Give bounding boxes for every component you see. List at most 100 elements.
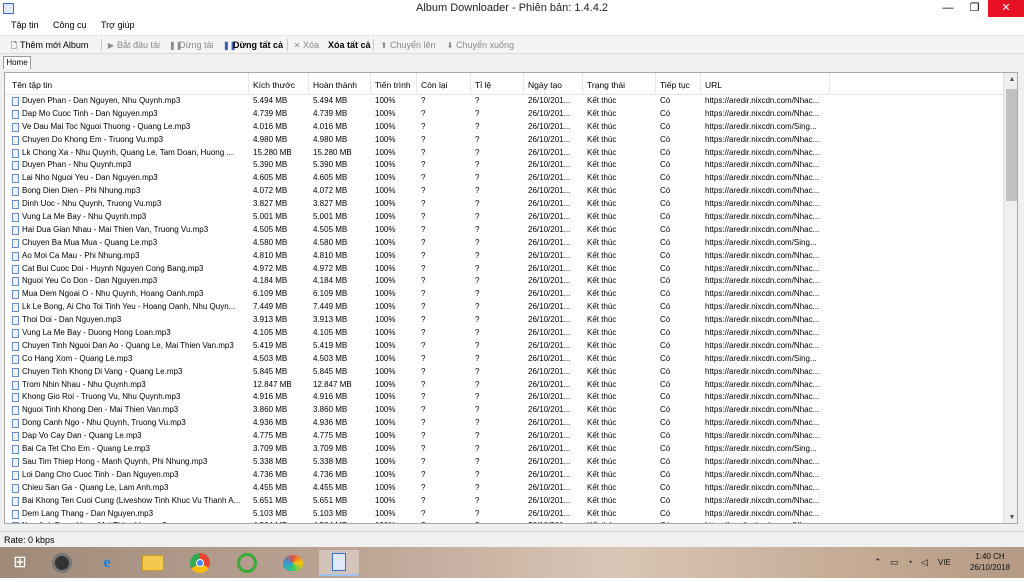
table-row[interactable]: Lk Le Bong, Ai Cho Toi Tinh Yeu - Hoang …: [5, 301, 1005, 314]
menu-help[interactable]: Trợ giúp: [101, 20, 135, 30]
column-divider[interactable]: [700, 73, 701, 95]
table-row[interactable]: Chieu San Ga - Quang Le, Lam Anh.mp3 4.45…: [5, 482, 1005, 495]
table-row[interactable]: Nguoi Yeu Co Don - Dan Nguyen.mp3 4.184 M…: [5, 275, 1005, 288]
menu-tools[interactable]: Công cụ: [53, 20, 87, 30]
column-divider[interactable]: [582, 73, 583, 95]
maximize-button[interactable]: ❐: [961, 0, 988, 17]
file-explorer-icon[interactable]: [133, 550, 173, 576]
delete-button[interactable]: ✕ Xóa: [293, 40, 319, 50]
table-row[interactable]: Thoi Doi - Dan Nguyen.mp3 3.913 MB 3.913 M…: [5, 314, 1005, 327]
table-row[interactable]: Dap Vo Cay Dan - Quang Le.mp3 4.775 MB 4.7…: [5, 430, 1005, 443]
scroll-up-arrow-icon[interactable]: ▲: [1004, 73, 1017, 87]
table-row[interactable]: Duyen Phan - Dan Nguyen, Nhu Quynh.mp3 5.…: [5, 95, 1005, 108]
chrome-icon[interactable]: [180, 550, 220, 576]
table-row[interactable]: Loi Dang Cho Cuoc Tinh - Dan Nguyen.mp3 4…: [5, 469, 1005, 482]
table-row[interactable]: Lk Chong Xa - Nhu Quynh, Quang Le, Tam D…: [5, 147, 1005, 160]
column-divider[interactable]: [655, 73, 656, 95]
table-row[interactable]: Dinh Uoc - Nhu Quynh, Truong Vu.mp3 3.827…: [5, 198, 1005, 211]
cell-size: 4.736 MB: [253, 469, 288, 479]
scroll-down-arrow-icon[interactable]: ▼: [1004, 511, 1017, 523]
start-download-button[interactable]: ▶ Bắt đầu tải: [107, 40, 160, 50]
table-row[interactable]: Vung La Me Bay - Duong Hong Loan.mp3 4.10…: [5, 327, 1005, 340]
column-divider[interactable]: [248, 73, 249, 95]
col-resume[interactable]: Tiếp tục: [660, 80, 690, 90]
col-filename[interactable]: Tên tập tin: [12, 80, 52, 90]
move-up-label: Chuyển lên: [390, 40, 436, 50]
green-app-icon[interactable]: [227, 550, 267, 576]
cell-completed: 4.972 MB: [313, 263, 348, 273]
internet-explorer-icon[interactable]: e: [87, 550, 127, 576]
vertical-scrollbar[interactable]: ▲ ▼: [1003, 73, 1017, 523]
table-row[interactable]: Sau Tim Thiep Hong - Manh Quynh, Phi Nhu…: [5, 456, 1005, 469]
table-row[interactable]: Lai Nho Nguoi Yeu - Dan Nguyen.mp3 4.605 …: [5, 172, 1005, 185]
language-indicator[interactable]: VIE: [938, 558, 951, 567]
album-downloader-taskbar-icon[interactable]: [319, 550, 359, 576]
col-remaining[interactable]: Còn lại: [421, 80, 447, 90]
col-status[interactable]: Trạng thái: [587, 80, 625, 90]
audio-file-icon: [12, 97, 19, 106]
table-row[interactable]: Co Hang Xom - Quang Le.mp3 4.503 MB 4.503 …: [5, 353, 1005, 366]
title-bar[interactable]: Album Downloader - Phiên bản: 1.4.4.2 — …: [0, 0, 1024, 17]
col-size[interactable]: Kích thước: [253, 80, 295, 90]
table-row[interactable]: Khong Gio Roi - Truong Vu, Nhu Quynh.mp3…: [5, 391, 1005, 404]
col-url[interactable]: URL: [705, 80, 722, 90]
table-row[interactable]: Ao Moi Ca Mau - Phi Nhung.mp3 4.810 MB 4.8…: [5, 250, 1005, 263]
table-row[interactable]: Neu Anh Dung Hen - Mai Thien Van.mp3 4.56…: [5, 520, 1005, 523]
tab-home[interactable]: Home: [3, 56, 31, 69]
table-row[interactable]: Chuyen Tinh Khong Di Vang - Quang Le.mp3…: [5, 366, 1005, 379]
scrollbar-thumb[interactable]: [1006, 89, 1017, 201]
system-tray-icons[interactable]: ⌃ ▭ ◔ ◁: [874, 557, 931, 568]
audio-file-icon: [12, 367, 19, 377]
table-row[interactable]: Dem Lang Thang - Dan Nguyen.mp3 5.103 MB 5…: [5, 508, 1005, 521]
col-ratio[interactable]: Tỉ lệ: [475, 80, 491, 90]
minimize-button[interactable]: —: [935, 0, 961, 17]
table-row[interactable]: Bai Ca Tet Cho Em - Quang Le.mp3 3.709 MB…: [5, 443, 1005, 456]
cell-status: Kết thúc: [587, 456, 617, 466]
stop-download-button[interactable]: ❚❚Dừng tải: [169, 40, 214, 50]
column-divider[interactable]: [308, 73, 309, 95]
cell-completed: 4.503 MB: [313, 353, 348, 363]
table-row[interactable]: Chuyen Do Khong Em - Truong Vu.mp3 4.980 …: [5, 134, 1005, 147]
windows-start-icon[interactable]: ⊞: [0, 550, 40, 576]
delete-all-button[interactable]: Xóa tất cả: [328, 40, 371, 50]
clock[interactable]: 1:40 CH 26/10/2018: [962, 551, 1018, 573]
table-row[interactable]: Chuyen Ba Mua Mua - Quang Le.mp3 4.580 MB…: [5, 237, 1005, 250]
move-up-button[interactable]: ⬆ Chuyển lên: [380, 40, 436, 50]
audio-file-icon: [12, 161, 19, 171]
menu-file[interactable]: Tập tin: [11, 20, 39, 30]
camera-icon[interactable]: [42, 550, 82, 576]
cell-size: 4.972 MB: [253, 263, 288, 273]
table-row[interactable]: Bong Dien Dien - Phi Nhung.mp3 4.072 MB 4.…: [5, 185, 1005, 198]
column-divider[interactable]: [370, 73, 371, 95]
cell-remaining: ?: [421, 134, 426, 144]
table-row[interactable]: Cat Bui Cuoc Doi - Huynh Nguyen Cong Ban…: [5, 263, 1005, 276]
column-divider[interactable]: [470, 73, 471, 95]
table-row[interactable]: Mua Dem Ngoai O - Nhu Quynh, Hoang Oanh.…: [5, 288, 1005, 301]
column-divider[interactable]: [416, 73, 417, 95]
table-row[interactable]: Dap Mo Cuoc Tinh - Dan Nguyen.mp3 4.739 M…: [5, 108, 1005, 121]
cell-filename: Bong Dien Dien - Phi Nhung.mp3: [22, 186, 141, 196]
col-progress[interactable]: Tiến trình: [375, 80, 411, 90]
cell-resume: Có: [660, 302, 671, 312]
cell-remaining: ?: [421, 212, 426, 222]
table-row[interactable]: Chuyen Tinh Nguoi Dan Ao - Quang Le, Mai…: [5, 340, 1005, 353]
add-album-button[interactable]: 🗋 Thêm mới Album: [10, 40, 89, 54]
close-button[interactable]: ✕: [988, 0, 1024, 17]
table-row[interactable]: Dong Canh Ngo - Nhu Quynh, Truong Vu.mp3…: [5, 417, 1005, 430]
column-divider[interactable]: [523, 73, 524, 95]
stop-all-button[interactable]: ❚❚Dừng tất cả: [223, 40, 283, 50]
column-divider[interactable]: [829, 73, 830, 95]
table-row[interactable]: Hai Dua Gian Nhau - Mai Thien Van, Truon…: [5, 224, 1005, 237]
paint-icon[interactable]: [273, 550, 313, 576]
table-row[interactable]: Ve Dau Mai Toc Nguoi Thuong - Quang Le.m…: [5, 121, 1005, 134]
table-row[interactable]: Duyen Phan - Nhu Quynh.mp3 5.390 MB 5.390 …: [5, 159, 1005, 172]
move-down-button[interactable]: ⬇ Chuyển xuống: [446, 40, 514, 50]
col-completed[interactable]: Hoàn thành: [313, 80, 357, 90]
cell-filename: Duyen Phan - Nhu Quynh.mp3: [22, 160, 132, 170]
table-row[interactable]: Vung La Me Bay - Nhu Quynh.mp3 5.001 MB 5.…: [5, 211, 1005, 224]
col-created[interactable]: Ngày tạo: [528, 80, 562, 90]
table-row[interactable]: Trom Nhin Nhau - Nhu Quynh.mp3 12.847 MB 1…: [5, 379, 1005, 392]
table-row[interactable]: Bai Khong Ten Cuoi Cung (Liveshow Tinh K…: [5, 495, 1005, 508]
cell-status: Kết thúc: [587, 431, 617, 441]
table-row[interactable]: Nguoi Tinh Khong Den - Mai Thien Van.mp3…: [5, 404, 1005, 417]
